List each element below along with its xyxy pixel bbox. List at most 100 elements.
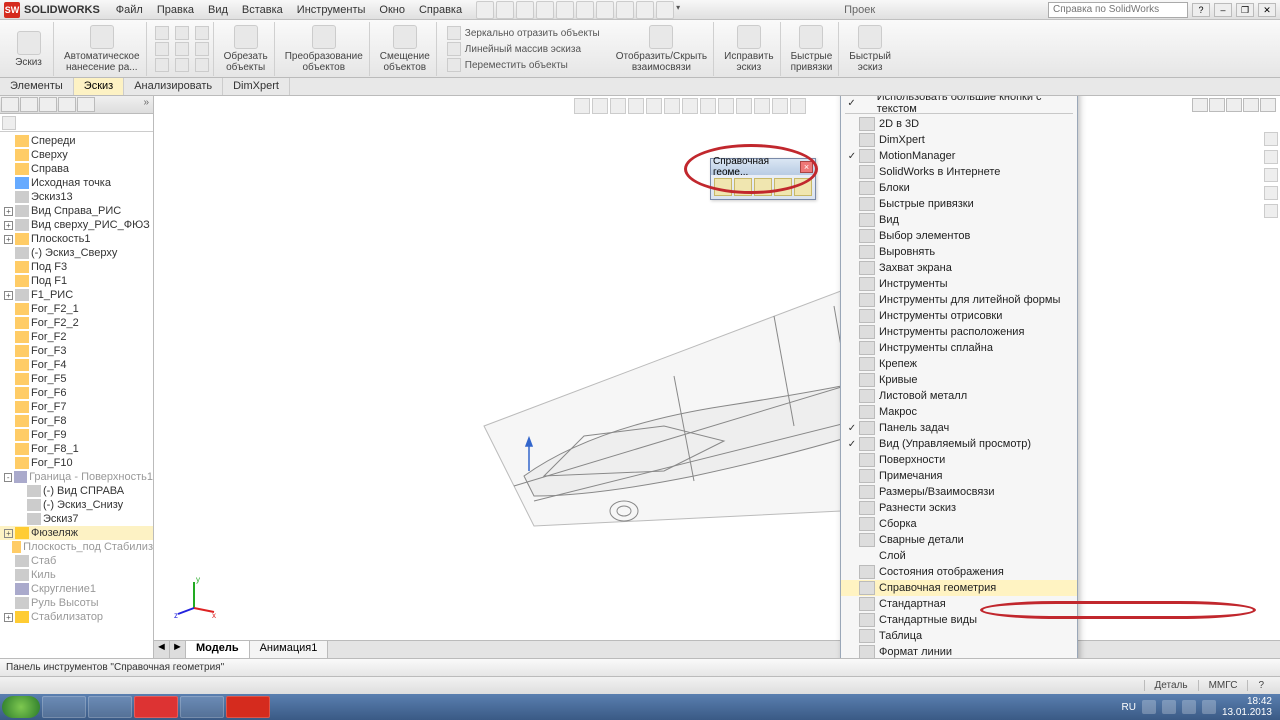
tree-node[interactable]: Эскиз13 <box>0 190 153 204</box>
menu-item[interactable]: Справочная геометрия <box>841 580 1077 596</box>
tree-tab-disp[interactable] <box>77 97 95 112</box>
taskpane-prop-icon[interactable] <box>1264 204 1278 218</box>
taskpane-view-icon[interactable] <box>1264 168 1278 182</box>
status-help[interactable]: ? <box>1247 680 1274 691</box>
pattern-icon[interactable] <box>447 42 461 56</box>
menu-item[interactable]: DimXpert <box>841 132 1077 148</box>
tree-node[interactable]: Скругление1 <box>0 582 153 596</box>
tab-sketch[interactable]: Эскиз <box>74 78 124 95</box>
start-button[interactable] <box>2 696 40 718</box>
menu-item[interactable]: Размеры/Взаимосвязи <box>841 484 1077 500</box>
prev-view-icon[interactable] <box>610 98 626 114</box>
qat-options[interactable] <box>636 1 654 19</box>
menu-item[interactable]: Формат линии <box>841 644 1077 658</box>
scene-icon[interactable] <box>718 98 734 114</box>
ribbon-snaps[interactable]: Быстрыепривязки <box>785 22 840 76</box>
menu-item[interactable]: Кривые <box>841 372 1077 388</box>
tree-node[interactable]: (-) Вид СПРАВА <box>0 484 153 498</box>
tab-scroll-right[interactable]: ► <box>170 641 186 658</box>
qat-select[interactable] <box>596 1 614 19</box>
circle-icon[interactable] <box>175 26 189 40</box>
view-triad[interactable]: y x z <box>174 574 218 618</box>
refgeom-point-icon[interactable] <box>774 178 792 196</box>
tree-node[interactable]: (-) Эскиз_Сверху <box>0 246 153 260</box>
menu-item[interactable]: Макрос <box>841 404 1077 420</box>
tray-time[interactable]: 18:42 <box>1222 696 1272 707</box>
tree-node[interactable]: Под F1 <box>0 274 153 288</box>
text-icon[interactable] <box>195 58 209 72</box>
tree-node[interactable]: For_F2_1 <box>0 302 153 316</box>
tree-node[interactable]: +F1_РИС <box>0 288 153 302</box>
graphics-area[interactable]: Справочная геоме... × <box>154 96 1280 658</box>
menu-item[interactable]: Листовой металл <box>841 388 1077 404</box>
menu-item[interactable]: Инструменты расположения <box>841 324 1077 340</box>
point-icon[interactable] <box>195 42 209 56</box>
doc-min[interactable] <box>1226 98 1242 112</box>
menu-item[interactable]: Выровнять <box>841 244 1077 260</box>
tree-node[interactable]: -Граница - Поверхность1 <box>0 470 153 484</box>
tree-node[interactable]: For_F5 <box>0 372 153 386</box>
menu-item[interactable]: Примечания <box>841 468 1077 484</box>
tree-node[interactable]: Руль Высоты <box>0 596 153 610</box>
hide-show-icon[interactable] <box>682 98 698 114</box>
tree-node[interactable]: +Плоскость1 <box>0 232 153 246</box>
arc-icon[interactable] <box>195 26 209 40</box>
tree-node[interactable]: For_F2_2 <box>0 316 153 330</box>
feature-tree[interactable]: СпередиСверхуСправаИсходная точкаЭскиз13… <box>0 132 153 658</box>
zoom-fit-icon[interactable] <box>574 98 590 114</box>
tree-node[interactable]: +Стабилизатор <box>0 610 153 624</box>
poly-icon[interactable] <box>155 58 169 72</box>
tray-icon[interactable] <box>1162 700 1176 714</box>
vt13[interactable] <box>790 98 806 114</box>
menu-item[interactable]: SolidWorks в Интернете <box>841 164 1077 180</box>
qat-undo[interactable] <box>576 1 594 19</box>
ribbon-smartdim[interactable]: Автоматическоенанесение ра... <box>58 22 147 76</box>
menu-item[interactable]: Крепеж <box>841 356 1077 372</box>
tree-node[interactable]: Исходная точка <box>0 176 153 190</box>
qat-print[interactable] <box>556 1 574 19</box>
tree-node[interactable]: Киль <box>0 568 153 582</box>
ribbon-relations[interactable]: Отобразить/Скрытьвзаимосвязи <box>610 22 714 76</box>
window-restore[interactable]: ❐ <box>1236 3 1254 17</box>
refgeom-mate-icon[interactable] <box>794 178 812 196</box>
tree-node[interactable]: For_F6 <box>0 386 153 400</box>
menu-item[interactable]: Захват экрана <box>841 260 1077 276</box>
task-app4[interactable] <box>180 696 224 718</box>
tab-model[interactable]: Модель <box>186 641 250 658</box>
tray-lang[interactable]: RU <box>1121 702 1135 713</box>
tab-scroll-left[interactable]: ◄ <box>154 641 170 658</box>
tree-node[interactable]: Сверху <box>0 148 153 162</box>
menu-item[interactable]: ✓Панель задач <box>841 420 1077 436</box>
float-close-icon[interactable]: × <box>800 161 813 173</box>
tree-tab-fm[interactable] <box>1 97 19 112</box>
ribbon-convert[interactable]: Преобразованиеобъектов <box>279 22 370 76</box>
tree-node[interactable]: +Фюзеляж <box>0 526 153 540</box>
vt11[interactable] <box>754 98 770 114</box>
float-header[interactable]: Справочная геоме... × <box>711 159 815 175</box>
qat-screen[interactable] <box>656 1 674 19</box>
refgeom-axis-icon[interactable] <box>734 178 752 196</box>
menu-item[interactable]: Выбор элементов <box>841 228 1077 244</box>
tree-node[interactable]: (-) Эскиз_Снизу <box>0 498 153 512</box>
tree-node[interactable]: Плоскость_под Стабилиз <box>0 540 153 554</box>
menu-item[interactable]: Стандартная <box>841 596 1077 612</box>
tree-node[interactable]: For_F8 <box>0 414 153 428</box>
ribbon-sketch[interactable]: Эскиз <box>4 22 54 76</box>
doc-max[interactable] <box>1243 98 1259 112</box>
menu-file[interactable]: Файл <box>110 2 149 18</box>
tree-node[interactable]: +Вид Справа_РИС <box>0 204 153 218</box>
menu-item[interactable]: Быстрые привязки <box>841 196 1077 212</box>
status-units[interactable]: ММГС <box>1198 680 1248 691</box>
appearance-icon[interactable] <box>700 98 716 114</box>
tree-node[interactable]: Стаб <box>0 554 153 568</box>
qat-new[interactable] <box>496 1 514 19</box>
window-minimize[interactable]: – <box>1214 3 1232 17</box>
menu-item[interactable]: Поверхности <box>841 452 1077 468</box>
menu-help[interactable]: Справка <box>413 2 468 18</box>
line-icon[interactable] <box>155 26 169 40</box>
doc-close[interactable] <box>1260 98 1276 112</box>
zoom-area-icon[interactable] <box>592 98 608 114</box>
task-solidworks[interactable] <box>226 696 270 718</box>
view-orient-icon[interactable] <box>646 98 662 114</box>
tray-net-icon[interactable] <box>1182 700 1196 714</box>
